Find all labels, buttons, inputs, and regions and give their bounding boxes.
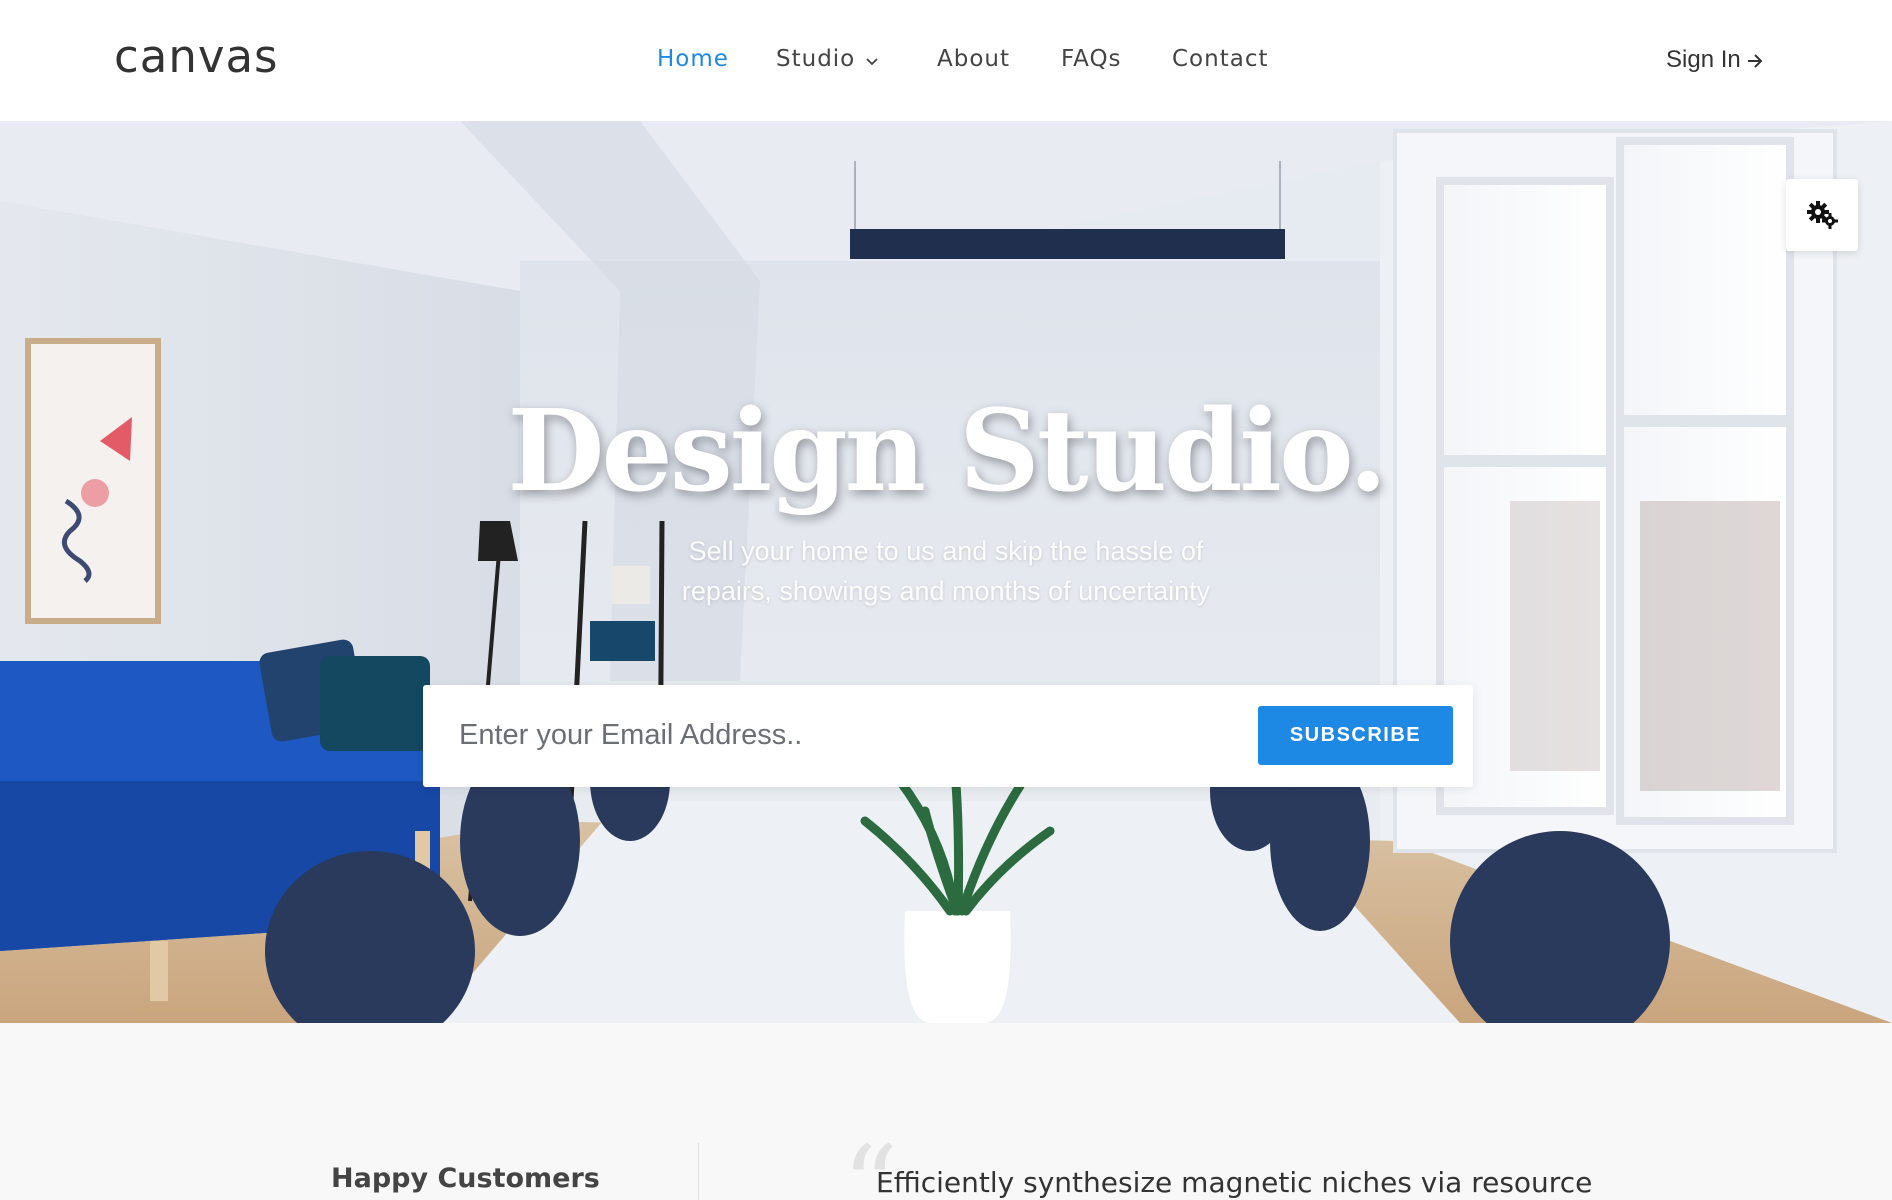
subscribe-button[interactable]: SUBSCRIBE <box>1258 706 1453 765</box>
testimonials-section: Happy Customers “ Efficiently synthesize… <box>0 1023 1892 1200</box>
nav-item-faqs[interactable]: FAQs <box>1061 46 1122 72</box>
subscribe-form: SUBSCRIBE <box>423 685 1473 787</box>
nav-item-about[interactable]: About <box>937 46 1010 72</box>
hero-subtitle: Sell your home to us and skip the hassle… <box>0 531 1892 611</box>
main-nav: Home Studio About FAQs Contact <box>0 0 1892 121</box>
site-header: canvas Home Studio About FAQs Contact Si… <box>0 0 1892 121</box>
sign-in-label: Sign In <box>1666 46 1741 73</box>
nav-item-studio[interactable]: Studio <box>776 46 879 73</box>
nav-item-home[interactable]: Home <box>657 46 729 72</box>
chevron-down-icon <box>865 47 879 73</box>
sign-in-link[interactable]: Sign In <box>1666 46 1765 74</box>
nav-item-contact[interactable]: Contact <box>1172 46 1268 72</box>
vertical-divider <box>698 1143 699 1200</box>
arrow-right-icon <box>1747 53 1763 68</box>
hero-section: Design Studio. Sell your home to us and … <box>0 121 1892 1023</box>
testimonial-quote: Efficiently synthesize magnetic niches v… <box>876 1166 1593 1199</box>
hero-title: Design Studio. <box>507 386 1387 517</box>
testimonials-heading: Happy Customers <box>331 1163 600 1194</box>
settings-button[interactable] <box>1786 179 1858 251</box>
email-input[interactable] <box>459 705 1249 765</box>
hero-subtitle-line-2: repairs, showings and months of uncertai… <box>681 576 1211 606</box>
hero-subtitle-line-1: Sell your home to us and skip the hassle… <box>688 536 1204 566</box>
gears-icon <box>1807 201 1838 229</box>
nav-item-studio-label: Studio <box>776 46 856 72</box>
